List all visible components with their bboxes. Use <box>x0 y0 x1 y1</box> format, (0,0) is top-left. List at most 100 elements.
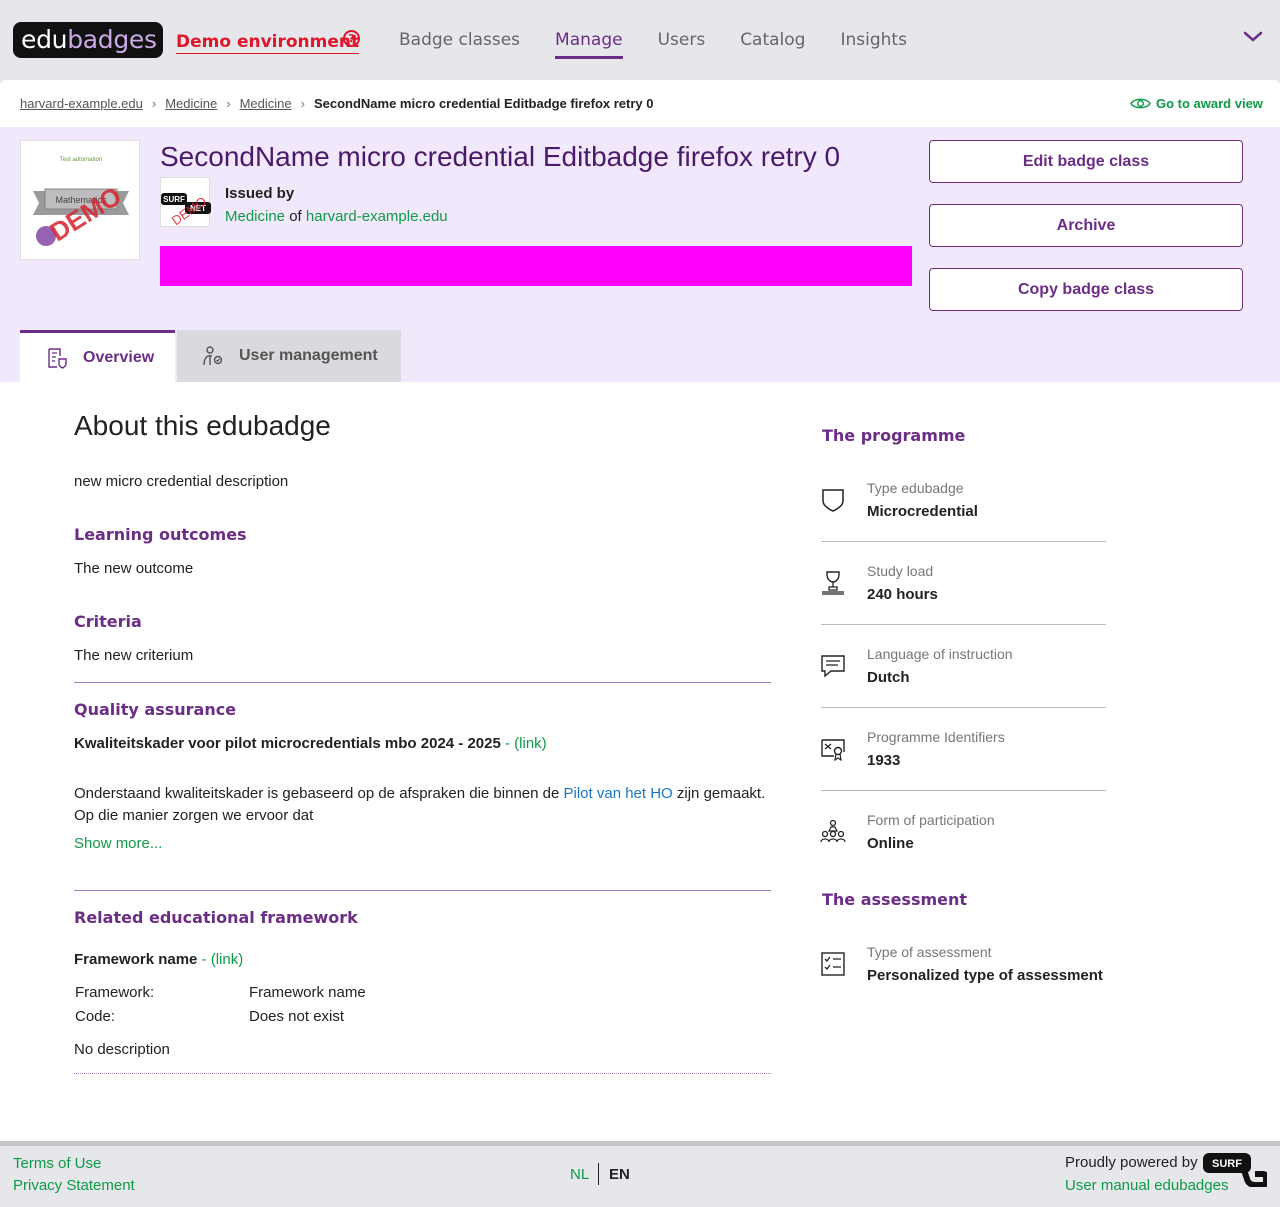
divider <box>821 624 1106 625</box>
assessment-type-label: Type of assessment <box>867 944 992 960</box>
issuer-of-text: of <box>289 208 302 225</box>
programme-identifiers-value: 1933 <box>867 752 901 769</box>
badge-image: Test automation Mathematics DEMO <box>20 140 140 260</box>
quality-assurance-title-line: Kwaliteitskader voor pilot microcredenti… <box>74 735 547 752</box>
tab-user-management-label: User management <box>239 347 378 364</box>
qa-description: Onderstaand kwaliteitskader is gebaseerd… <box>74 783 774 827</box>
copy-badge-class-button[interactable]: Copy badge class <box>929 268 1243 311</box>
breadcrumb-current: SecondName micro credential Editbadge fi… <box>313 96 654 111</box>
divider <box>821 790 1106 791</box>
eye-icon <box>1130 98 1151 109</box>
award-view-label: Go to award view <box>1156 96 1263 111</box>
language-label: Language of instruction <box>867 646 1013 662</box>
about-heading: About this edubadge <box>74 410 331 441</box>
nav-users[interactable]: Users <box>658 30 706 59</box>
edit-badge-class-button[interactable]: Edit badge class <box>929 140 1243 183</box>
chat-icon <box>821 655 845 678</box>
learning-outcomes-text: The new outcome <box>74 560 194 577</box>
criteria-heading: Criteria <box>74 612 142 631</box>
study-load-value: 240 hours <box>867 586 938 603</box>
breadcrumb-institution[interactable]: harvard-example.edu <box>20 96 143 111</box>
main-nav: Badge classes Manage Users Catalog Insig… <box>399 30 942 59</box>
framework-title: Framework name <box>74 951 198 968</box>
terms-of-use-link[interactable]: Terms of Use <box>13 1155 101 1172</box>
quality-assurance-heading: Quality assurance <box>74 700 237 719</box>
qa-inline-link[interactable]: Pilot van het HO <box>564 785 673 802</box>
demo-environment-link[interactable]: Demo environment <box>176 31 360 54</box>
qa-link[interactable]: - (link) <box>505 735 547 752</box>
framework-title-line: Framework name - (link) <box>74 951 243 968</box>
surf-logo-text: SURF <box>1212 1158 1242 1170</box>
logo-text-badges: badges <box>67 25 157 54</box>
nav-manage[interactable]: Manage <box>555 30 623 59</box>
group-icon <box>820 819 846 843</box>
assessment-heading: The assessment <box>822 890 968 909</box>
badge-description: new micro credential description <box>74 473 289 490</box>
user-management-icon <box>203 346 223 366</box>
form-of-participation-value: Online <box>867 835 914 852</box>
shield-icon <box>822 489 844 512</box>
badge-color-banner <box>160 246 912 286</box>
chevron-right-icon: › <box>151 96 157 111</box>
edubadges-logo[interactable]: edubadges <box>13 22 163 58</box>
type-edubadge-value: Microcredential <box>867 503 978 520</box>
issuer-faculty-link[interactable]: Medicine <box>225 208 285 225</box>
certificate-icon <box>821 739 845 762</box>
framework-description: No description <box>74 1041 170 1058</box>
powered-by-text: Proudly powered by <box>1065 1154 1198 1171</box>
qa-text-before: Onderstaand kwaliteitskader is gebaseerd… <box>74 785 560 802</box>
chevron-right-icon: › <box>226 96 231 111</box>
user-manual-link[interactable]: User manual edubadges <box>1065 1177 1228 1194</box>
breadcrumb-issuer[interactable]: Medicine <box>240 96 292 111</box>
tab-user-management[interactable]: User management <box>177 330 401 382</box>
learning-outcomes-heading: Learning outcomes <box>74 525 247 544</box>
divider <box>821 707 1106 708</box>
page-title: SecondName micro credential Editbadge fi… <box>160 141 841 172</box>
issuer-line: Medicine of harvard-example.edu <box>225 208 448 225</box>
language-separator <box>598 1163 599 1185</box>
divider <box>821 541 1106 542</box>
privacy-statement-link[interactable]: Privacy Statement <box>13 1177 135 1194</box>
nav-badge-classes[interactable]: Badge classes <box>399 30 520 59</box>
divider <box>74 1073 771 1074</box>
chevron-right-icon: › <box>300 96 305 111</box>
breadcrumb-faculty[interactable]: Medicine <box>165 96 217 111</box>
form-of-participation-label: Form of participation <box>867 812 995 828</box>
issuer-logo: SURF NET DEMO <box>160 177 211 228</box>
tab-overview[interactable]: Overview <box>20 330 175 382</box>
language-nl-link[interactable]: NL <box>570 1166 589 1183</box>
help-icon[interactable]: ? <box>343 30 360 47</box>
chevron-down-icon[interactable] <box>1243 30 1263 44</box>
tab-overview-label: Overview <box>83 348 155 366</box>
logo-text-edu: edu <box>21 25 68 54</box>
qa-text-after: zijn gemaakt. <box>676 785 766 802</box>
badge-image-top-text: Test automation <box>60 157 102 163</box>
go-to-award-view-link[interactable]: Go to award view <box>1130 96 1263 111</box>
qa-title: Kwaliteitskader voor pilot microcredenti… <box>74 735 501 752</box>
framework-heading: Related educational framework <box>74 908 358 927</box>
programme-heading: The programme <box>822 426 966 445</box>
issuer-logo-text-1: SURF <box>163 195 185 204</box>
criteria-text: The new criterium <box>74 647 194 664</box>
archive-button[interactable]: Archive <box>929 204 1243 247</box>
framework-label: Framework: <box>75 984 155 1001</box>
programme-identifiers-label: Programme Identifiers <box>867 729 1005 745</box>
nav-insights[interactable]: Insights <box>840 30 906 59</box>
divider <box>74 890 771 891</box>
framework-link[interactable]: - (link) <box>202 951 244 968</box>
divider <box>74 682 771 683</box>
main-content <box>0 382 1280 1141</box>
type-edubadge-label: Type edubadge <box>867 480 964 496</box>
code-value: Does not exist <box>249 1008 345 1025</box>
checklist-icon <box>821 952 845 976</box>
surfnet-logo: SURF NET DEMO <box>161 193 211 228</box>
framework-value: Framework name <box>249 984 366 1001</box>
language-en-link[interactable]: EN <box>609 1166 630 1183</box>
assessment-type-value: Personalized type of assessment <box>867 967 1103 984</box>
show-more-link[interactable]: Show more... <box>74 835 162 852</box>
study-load-label: Study load <box>867 563 934 579</box>
nav-catalog[interactable]: Catalog <box>740 30 805 59</box>
issuer-institution-link[interactable]: harvard-example.edu <box>306 208 448 225</box>
qa-text-line2: Op die manier zorgen we ervoor dat <box>74 807 314 824</box>
badge-artwork: Test automation Mathematics DEMO <box>33 157 129 247</box>
